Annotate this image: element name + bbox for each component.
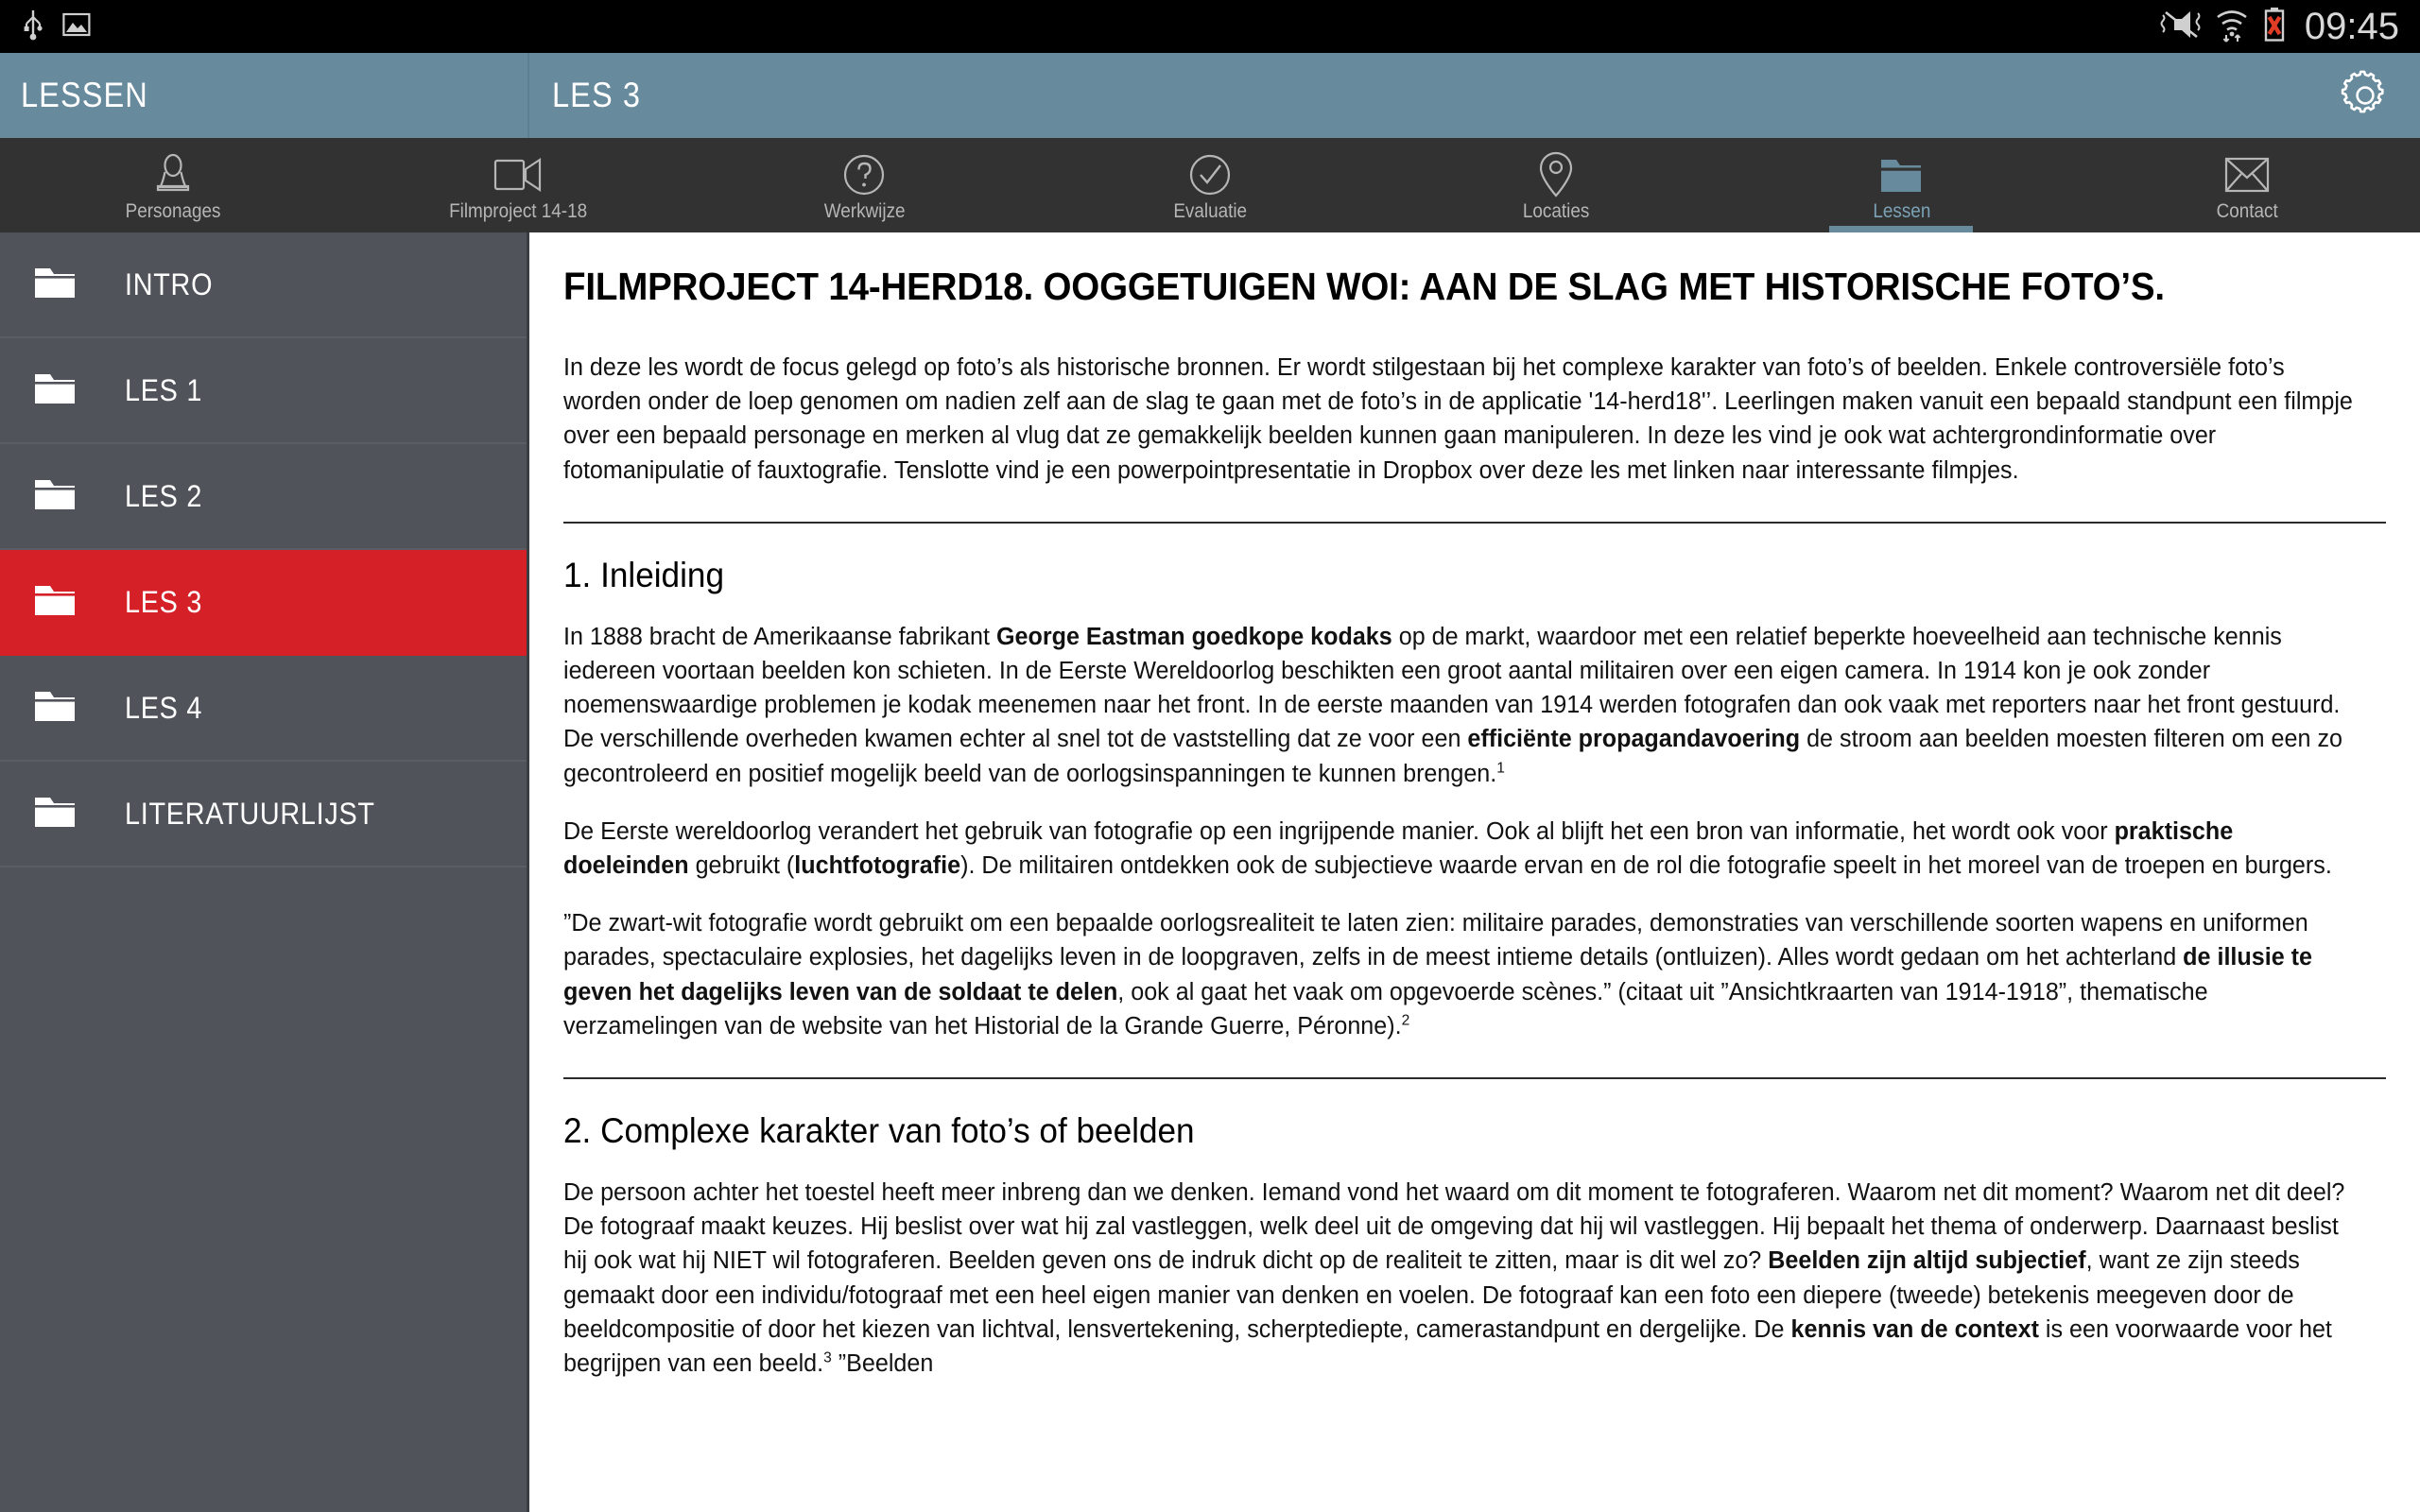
footnote-ref-2: 2	[1401, 1012, 1410, 1029]
paragraph-citaat: ”De zwart-wit fotografie wordt gebruikt …	[563, 906, 2359, 1043]
question-circle-icon	[842, 153, 886, 197]
tab-label: Contact	[2216, 200, 2278, 222]
tab-label: Locaties	[1522, 200, 1589, 222]
tab-label: Evaluatie	[1173, 200, 1247, 222]
article-intro-paragraph: In deze les wordt de focus gelegd op fot…	[563, 354, 2353, 484]
folder-icon	[34, 582, 76, 623]
status-left-icons	[21, 9, 91, 45]
text-run: ”De zwart-wit fotografie wordt gebruikt …	[563, 910, 2308, 971]
check-circle-icon	[1188, 153, 1232, 197]
sidebar-item-les-4[interactable]: LES 4	[0, 656, 527, 762]
page-title-lessen: LESSEN	[21, 76, 148, 114]
main-tab-bar: Personages Filmproject 14-18 Werkwijze E…	[0, 138, 2420, 232]
envelope-icon	[2224, 153, 2270, 197]
folder-icon	[34, 370, 76, 411]
text-run: ). De militairen ontdekken ook de subjec…	[960, 852, 2332, 880]
status-clock: 09:45	[2304, 6, 2399, 47]
sidebar-empty-space	[0, 868, 527, 1512]
tab-locaties[interactable]: Locaties	[1383, 138, 1729, 232]
paragraph-wereldoorlog: De Eerste wereldoorlog verandert het geb…	[563, 815, 2359, 883]
paragraph-inleiding: In 1888 bracht de Amerikaanse fabrikant …	[563, 620, 2359, 791]
tab-werkwijze[interactable]: Werkwijze	[691, 138, 1037, 232]
sidebar-item-label: INTRO	[125, 266, 214, 301]
sidebar-item-label: LES 2	[125, 478, 203, 513]
wifi-transfer-icon	[2214, 7, 2250, 47]
tab-label: Personages	[125, 200, 221, 222]
section-heading-2: 2. Complexe karakter van foto’s of beeld…	[563, 1111, 1195, 1151]
folder-icon	[1878, 153, 1924, 197]
folder-icon	[34, 265, 76, 305]
tab-evaluatie[interactable]: Evaluatie	[1037, 138, 1383, 232]
video-camera-icon	[493, 153, 545, 197]
text-run: De Eerste wereldoorlog verandert het geb…	[563, 817, 2115, 845]
gear-icon[interactable]	[2339, 69, 2392, 122]
sidebar-item-label: LES 4	[125, 690, 203, 725]
lesson-article: FILMPROJECT 14-HERD18. OOGGETUIGEN WOI: …	[529, 232, 2420, 1512]
tab-contact[interactable]: Contact	[2074, 138, 2420, 232]
status-right-icons: 09:45	[2159, 7, 2399, 47]
tab-label: Werkwijze	[823, 200, 906, 222]
folder-icon	[34, 688, 76, 729]
sidebar-item-les-1[interactable]: LES 1	[0, 338, 527, 444]
footnote-ref-3: 3	[823, 1349, 832, 1366]
page-title-les: LES 3	[552, 76, 641, 114]
android-status-bar: 09:45	[0, 0, 2420, 53]
bold-run-context: kennis van de context	[1790, 1315, 2039, 1343]
bold-run-luchtfotografie: luchtfotografie	[794, 852, 961, 880]
map-pin-icon	[1539, 151, 1573, 198]
tab-lessen[interactable]: Lessen	[1729, 138, 2075, 232]
section-divider	[563, 521, 2386, 524]
content-area: INTRO LES 1 LES 2 LES 3 LES 4 LITERATUUR…	[0, 232, 2420, 1512]
tab-personages[interactable]: Personages	[0, 138, 346, 232]
bold-run-propaganda: efficiënte propagandavoering	[1467, 726, 1801, 753]
section-heading-1: 1. Inleiding	[563, 555, 725, 594]
sidebar-item-literatuurlijst[interactable]: LITERATUURLIJST	[0, 762, 527, 868]
sidebar-item-les-2[interactable]: LES 2	[0, 444, 527, 550]
tab-filmproject[interactable]: Filmproject 14-18	[346, 138, 692, 232]
sidebar-item-les-3[interactable]: LES 3	[0, 550, 527, 656]
app-header-left-pane: LESSEN	[0, 53, 529, 138]
app-header-right-pane: LES 3	[529, 53, 2420, 138]
section-divider	[563, 1077, 2386, 1080]
footnote-ref-1: 1	[1496, 760, 1505, 777]
sidebar-item-label: LES 3	[125, 584, 203, 619]
sidebar-item-label: LES 1	[125, 372, 203, 407]
screenshot-image-icon	[62, 12, 91, 42]
person-outline-icon	[152, 153, 194, 197]
sidebar-item-intro[interactable]: INTRO	[0, 232, 527, 338]
app-header-bar: LESSEN LES 3	[0, 53, 2420, 138]
article-title: FILMPROJECT 14-HERD18. OOGGETUIGEN WOI: …	[563, 265, 2165, 308]
battery-error-icon	[2263, 7, 2286, 47]
tab-label: Lessen	[1872, 200, 1930, 222]
usb-icon	[21, 9, 45, 45]
text-run: gebruikt (	[688, 852, 795, 880]
folder-icon	[34, 794, 76, 834]
tab-label: Filmproject 14-18	[449, 200, 588, 222]
paragraph-subjectief: De persoon achter het toestel heeft meer…	[563, 1176, 2359, 1381]
text-run: In 1888 bracht de Amerikaanse fabrikant	[563, 623, 996, 650]
text-run: ”Beelden	[831, 1350, 934, 1378]
bold-run-eastman: George Eastman goedkope kodaks	[995, 623, 1392, 650]
sound-muted-vibrate-icon	[2159, 7, 2201, 47]
lessons-sidebar[interactable]: INTRO LES 1 LES 2 LES 3 LES 4 LITERATUUR…	[0, 232, 529, 1512]
bold-run-subjectief: Beelden zijn altijd subjectief	[1768, 1247, 2086, 1275]
sidebar-item-label: LITERATUURLIJST	[125, 796, 375, 831]
folder-icon	[34, 476, 76, 517]
